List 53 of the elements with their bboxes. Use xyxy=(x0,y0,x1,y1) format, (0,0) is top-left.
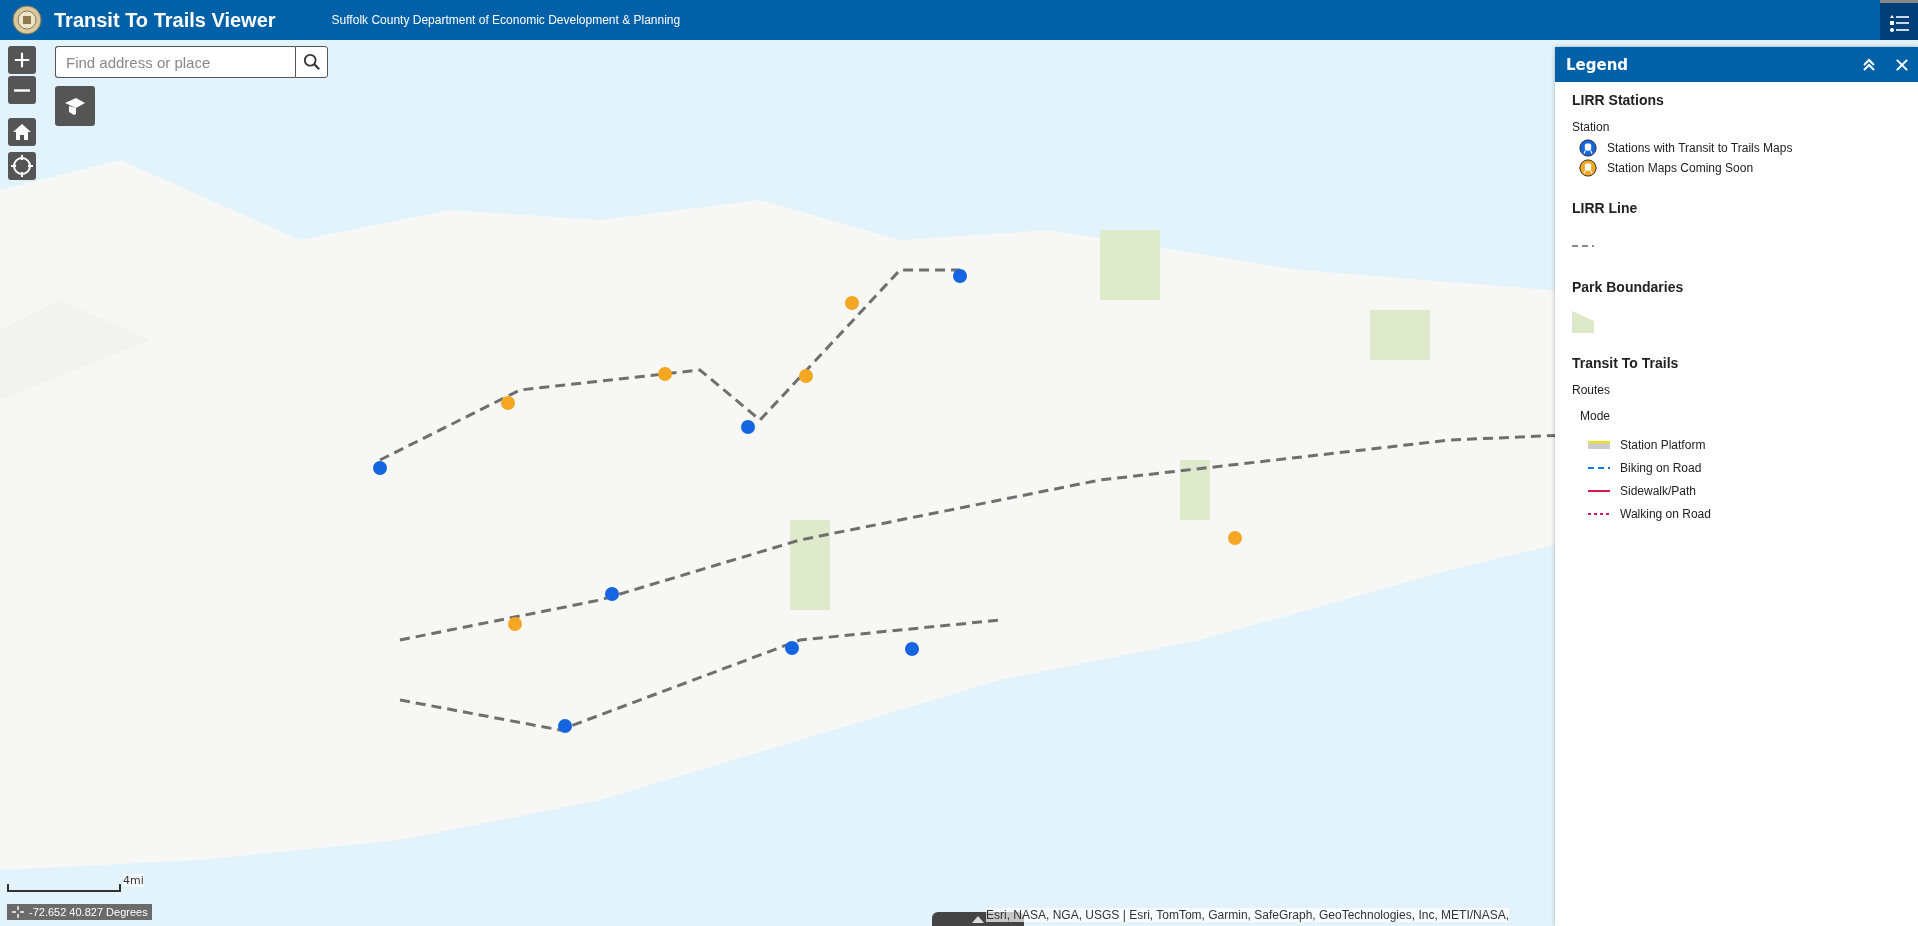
legend-section-title: Park Boundaries xyxy=(1572,279,1685,295)
crosshair-icon xyxy=(11,905,25,919)
station-marker[interactable] xyxy=(785,641,799,655)
app-title: Transit To Trails Viewer xyxy=(54,8,276,32)
double-chevron-icon xyxy=(1862,57,1876,72)
legend-toggle-button[interactable] xyxy=(1880,0,1918,40)
seal-icon xyxy=(12,5,42,35)
legend-caption: Routes xyxy=(1572,383,1612,397)
legend-caption: Mode xyxy=(1580,409,1612,423)
plus-icon xyxy=(13,51,31,69)
station-marker[interactable] xyxy=(845,296,859,310)
station-marker[interactable] xyxy=(605,587,619,601)
station-marker[interactable] xyxy=(658,367,672,381)
station-marker[interactable] xyxy=(373,461,387,475)
station-marker[interactable] xyxy=(558,719,572,733)
legend-item-label: Walking on Road xyxy=(1620,506,1711,521)
locate-button[interactable] xyxy=(8,152,36,180)
zoom-in-button[interactable] xyxy=(8,46,36,74)
app-subtitle: Suffolk County Department of Economic Development & Planning xyxy=(331,13,681,27)
park-area xyxy=(1370,310,1430,360)
attribution-text: Esri, NASA, NGA, USGS | Esri, TomTom, Garmin, SafeGraph, GeoTechnologies, Inc, METI/NASA, xyxy=(986,908,1510,922)
park-area xyxy=(1180,460,1210,520)
zoom-out-button[interactable] xyxy=(8,76,36,104)
station-marker[interactable] xyxy=(741,420,755,434)
legend-item-label: Station Platform xyxy=(1620,437,1706,452)
legend-title: Legend xyxy=(1566,55,1629,74)
station-marker[interactable] xyxy=(1228,531,1242,545)
tool-button[interactable] xyxy=(55,86,95,126)
legend-section-title: Transit To Trails xyxy=(1572,355,1680,371)
close-icon xyxy=(1896,58,1908,71)
legend-item-label: Station Maps Coming Soon xyxy=(1607,161,1754,175)
legend-item-label: Biking on Road xyxy=(1620,460,1702,475)
search-field[interactable]: Find address or place xyxy=(55,46,295,78)
park-area xyxy=(1100,230,1160,300)
station-marker[interactable] xyxy=(799,369,813,383)
station-marker[interactable] xyxy=(953,269,967,283)
search-button[interactable] xyxy=(295,46,328,78)
search-icon xyxy=(302,53,321,71)
station-marker[interactable] xyxy=(501,396,515,410)
home-button[interactable] xyxy=(8,118,36,146)
legend-item-label: Sidewalk/Path xyxy=(1620,483,1697,498)
crosshair-icon xyxy=(11,155,33,177)
legend-caption: Station xyxy=(1572,120,1611,134)
home-icon xyxy=(12,122,32,142)
scale-label: 4mi xyxy=(123,874,144,887)
legend-section-title: LIRR Line xyxy=(1572,200,1639,216)
station-marker[interactable] xyxy=(508,617,522,631)
station-marker[interactable] xyxy=(905,642,919,656)
coordinates-text: -72.652 40.827 Degrees xyxy=(29,906,148,918)
caret-icon xyxy=(972,915,984,923)
legend-section-title: LIRR Stations xyxy=(1572,92,1665,108)
minus-icon xyxy=(14,88,30,92)
legend-item-label: Stations with Transit to Trails Maps xyxy=(1607,141,1793,155)
